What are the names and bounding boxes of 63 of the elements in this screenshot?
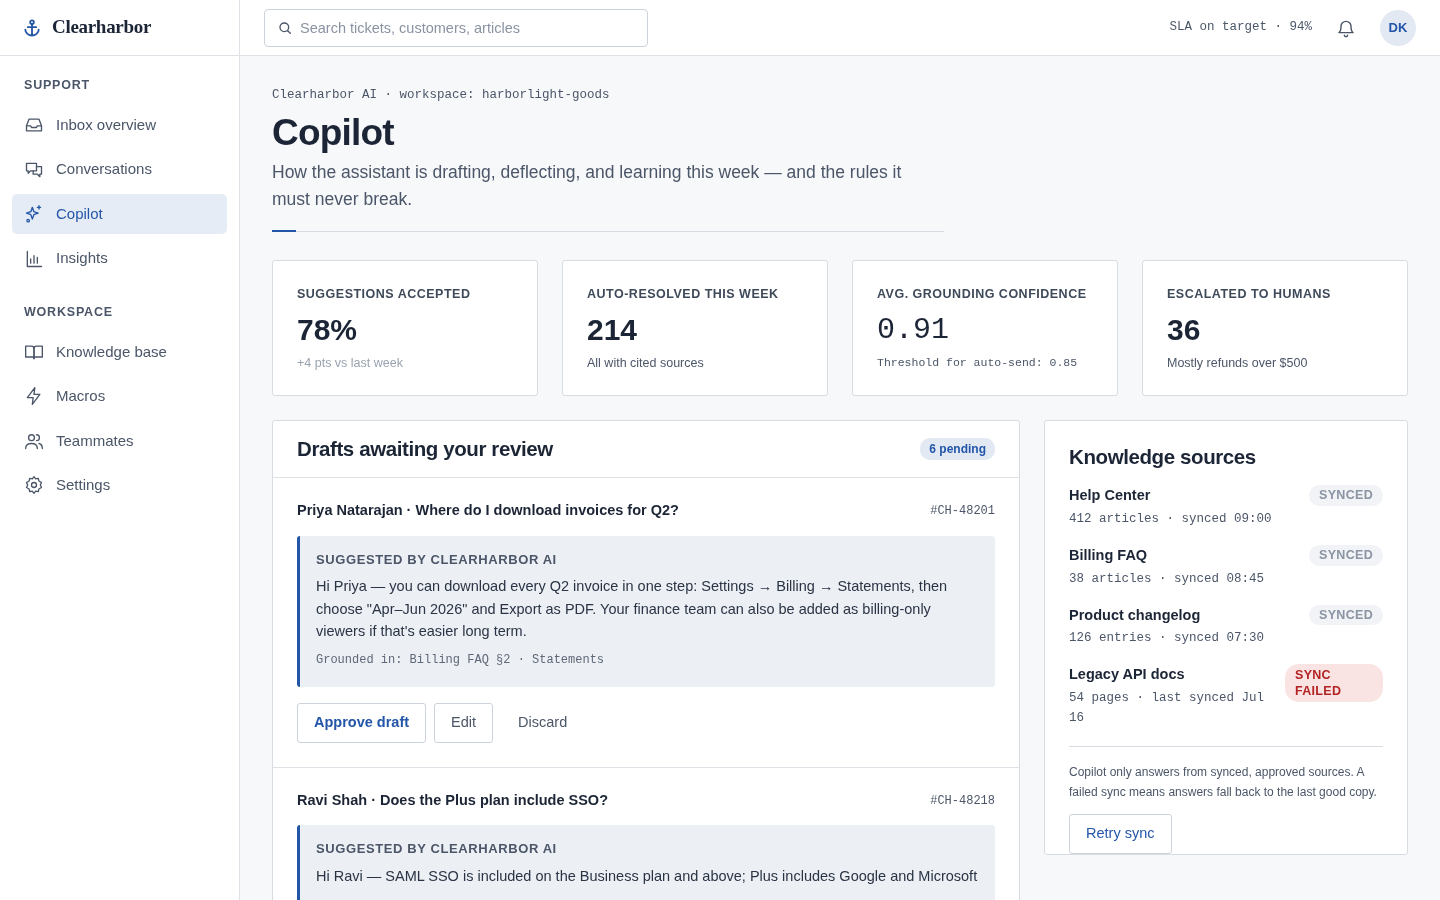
brand-name: Clearharbor [52, 15, 152, 40]
stat-value: 36 [1167, 311, 1202, 348]
anchor-icon [22, 17, 42, 38]
sync-status: SYNC FAILED [1285, 664, 1383, 703]
settings-icon [24, 475, 44, 496]
sidebar-item[interactable]: Macros [12, 376, 227, 417]
suggestion-text: Hi Priya — you can download every Q2 invoice in one step: Settings → Billing → Statements, then choose "Apr–Jun 2026" and Export as PDF. Your finance team can also be added as billing-only viewers if that's easier long term. [316, 577, 949, 642]
stat-note: Mostly refunds over $500 [1167, 354, 1309, 372]
bar-chart-icon [24, 248, 44, 269]
stat-value: 0.91 [877, 311, 950, 348]
page-subtitle: How the assistant is drafting, deflecting, and learning this week — and the rules it must never break. [272, 161, 903, 212]
user-avatar[interactable]: DK [1380, 9, 1416, 46]
pending-count: 6 pending [920, 437, 995, 460]
sidebar-item[interactable]: Knowledge base [12, 331, 227, 372]
sparkle-icon [24, 204, 44, 224]
ticket-id: #CH-48218 [930, 792, 995, 810]
suggestion-label: SUGGESTED BY CLEARHARBOR AI [316, 551, 558, 569]
search-icon [277, 19, 293, 36]
grounding-source: Grounded in: Billing FAQ §2 · Statements [316, 652, 606, 669]
source-name: Product changelog [1069, 605, 1202, 625]
nav-section-heading: SUPPORT [23, 77, 92, 94]
edit-button[interactable]: Edit [434, 703, 494, 743]
ticket-id: #CH-48201 [930, 503, 995, 521]
stat-label: AUTO-RESOLVED THIS WEEK [587, 286, 780, 304]
breadcrumb: Clearharbor AI · workspace: harborlight-goods [272, 87, 611, 104]
source-name: Legacy API docs [1069, 665, 1186, 685]
sidebar-item[interactable]: Inbox overview [12, 104, 227, 146]
source-meta: 126 entries · synced 07:30 [1069, 630, 1265, 648]
sidebar-item[interactable]: Settings [12, 465, 227, 506]
stat-note: Threshold for auto-send: 0.85 [877, 354, 1079, 371]
stat-note: +4 pts vs last week [297, 354, 404, 372]
nav-section-heading: WORKSPACE [23, 303, 114, 321]
stat-value: 214 [587, 311, 639, 348]
source-meta: 54 pages · last synced Jul 16 [1069, 690, 1266, 728]
source-name: Billing FAQ [1069, 546, 1149, 565]
sidebar-item[interactable]: Insights [12, 238, 227, 279]
sidebar-item[interactable]: Copilot [12, 193, 227, 235]
retry-button[interactable]: Retry sync [1069, 814, 1172, 854]
stat-label: SUGGESTIONS ACCEPTED [297, 286, 472, 304]
source-meta: 38 articles · synced 08:45 [1069, 570, 1265, 588]
sla-status: SLA on target · 94% [1169, 19, 1312, 37]
sync-status: SYNCED [1309, 604, 1383, 626]
discard-button[interactable]: Discard [501, 703, 585, 743]
sync-status: SYNCED [1309, 485, 1383, 506]
stat-label: AVG. GROUNDING CONFIDENCE [877, 286, 1088, 304]
draft-heading: Ravi Shah · Does the Plus plan include SSO? [297, 790, 608, 810]
panel-title: Knowledge sources [1069, 444, 1257, 470]
stat-note: All with cited sources [587, 354, 705, 372]
approve-button[interactable]: Approve draft [297, 703, 427, 743]
suggestion-text: Hi Ravi — SAML SSO is included on the Business plan and above; Plus includes Google and Microsoft [316, 867, 979, 886]
sidebar-item[interactable]: Teammates [12, 420, 227, 461]
draft-heading: Priya Natarajan · Where do I download invoices for Q2? [297, 501, 679, 521]
source-meta: 412 articles · synced 09:00 [1069, 511, 1272, 528]
sources-note: Copilot only answers from synced, approved sources. A failed sync means answers fall back to the last good copy. [1069, 746, 1383, 803]
sidebar-item[interactable]: Conversations [12, 149, 227, 190]
page-title: Copilot [272, 110, 395, 155]
stat-label: ESCALATED TO HUMANS [1167, 286, 1332, 304]
stat-value: 78% [297, 311, 359, 348]
sync-status: SYNCED [1309, 545, 1383, 566]
suggestion-label: SUGGESTED BY CLEARHARBOR AI [316, 840, 558, 859]
search-field[interactable]: Search tickets, customers, articles [264, 8, 648, 47]
source-name: Help Center [1069, 486, 1152, 506]
panel-title: Drafts awaiting your review [297, 436, 553, 462]
